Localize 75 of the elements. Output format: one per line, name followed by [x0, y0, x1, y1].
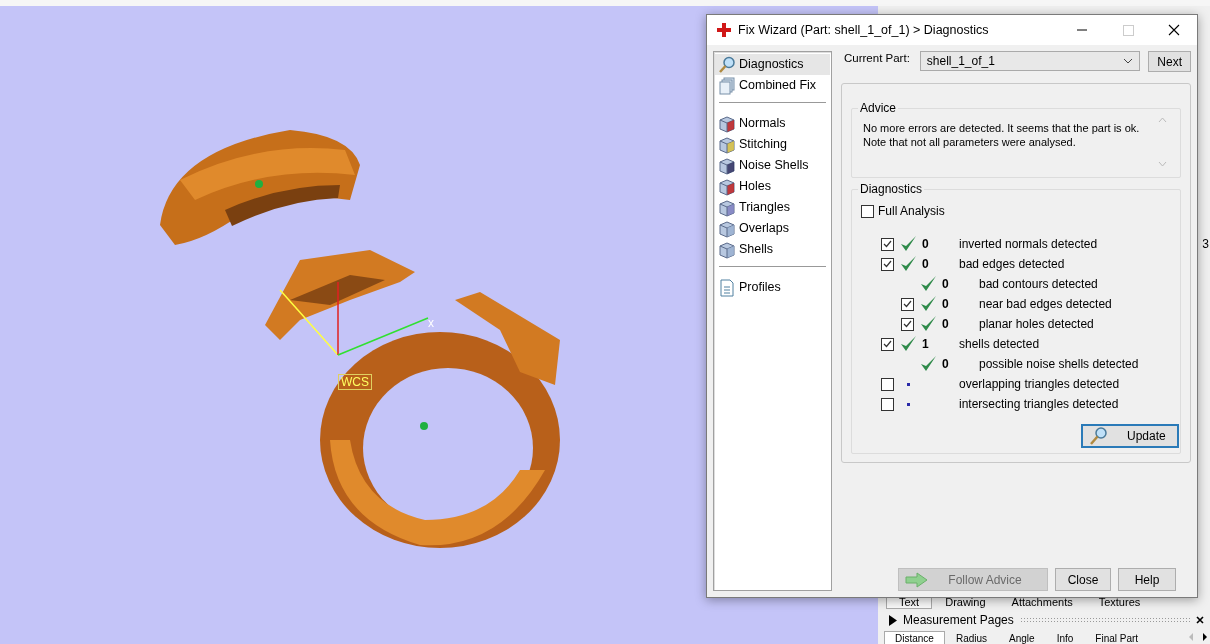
nav-item[interactable]: Triangles — [715, 197, 830, 218]
next-button[interactable]: Next — [1148, 51, 1191, 72]
panel-text: 3 — [1202, 237, 1209, 251]
count: 0 — [941, 277, 950, 291]
tab[interactable]: Angle — [998, 631, 1046, 644]
advice-text: No more errors are detected. It seems that the part is ok. Note that not all parameters were analysed. — [863, 121, 1141, 150]
close-icon[interactable] — [1196, 616, 1204, 624]
diagnostic-label: planar holes detected — [979, 317, 1094, 331]
tab[interactable]: Radius — [944, 631, 999, 644]
scroll-right-button[interactable] — [1200, 631, 1210, 643]
diagnostic-label: intersecting triangles detected — [959, 397, 1119, 411]
chevron-icon — [1123, 58, 1134, 64]
dialog-button[interactable]: Help — [1118, 568, 1176, 591]
dialog-button[interactable]: Close — [1055, 568, 1111, 591]
nav-item[interactable]: Shells — [715, 239, 830, 260]
nav-item[interactable]: Profiles — [715, 277, 830, 298]
checkbox[interactable] — [881, 237, 894, 251]
diagnostic-label: overlapping triangles detected — [959, 377, 1120, 391]
nav-item[interactable]: Stitching — [715, 134, 830, 155]
section-title: Measurement Pages — [903, 612, 1014, 629]
checkbox[interactable] — [861, 204, 874, 218]
diagnostic-label: near bad edges detected — [979, 297, 1112, 311]
count: 0 — [941, 317, 950, 331]
checkbox[interactable] — [881, 257, 894, 271]
arrow-icon — [905, 571, 929, 588]
origin-label: WCS — [338, 374, 372, 390]
cube-icon — [718, 240, 736, 259]
update-button[interactable]: Update — [1081, 424, 1179, 448]
pages-icon — [718, 76, 736, 95]
tab[interactable]: Drawing — [932, 596, 999, 609]
nav-item[interactable]: Combined Fix — [715, 75, 830, 96]
field-label: Current Part: — [844, 51, 910, 65]
chevron-down-icon — [1158, 161, 1167, 167]
document-icon — [718, 278, 736, 297]
count: 0 — [921, 237, 930, 251]
checkbox[interactable] — [881, 397, 894, 411]
nav-item[interactable]: Holes — [715, 176, 830, 197]
count: 1 — [921, 337, 930, 351]
checkbox[interactable] — [901, 297, 914, 311]
tab[interactable]: Attachments — [998, 596, 1086, 609]
tab[interactable]: Distance — [884, 631, 945, 644]
diagnostic-label: shells detected — [959, 337, 1040, 351]
diagnostic-label: bad edges detected — [959, 257, 1065, 271]
section-title: Diagnostics — [858, 182, 925, 196]
checkbox[interactable] — [881, 337, 894, 351]
cube-icon — [718, 135, 736, 154]
tab[interactable]: Textures — [1085, 596, 1154, 609]
checkbox-label: Full Analysis — [878, 204, 945, 218]
cube-icon — [718, 198, 736, 217]
diagnostic-label: bad contours detected — [979, 277, 1098, 291]
part-dropdown[interactable]: shell_1_of_1 — [919, 51, 1141, 71]
tab[interactable]: Final Part — [1084, 631, 1150, 644]
magnifier-icon — [718, 55, 736, 74]
chevron-up-icon — [1158, 117, 1167, 123]
window-title: Fix Wizard (Part: shell_1_of_1) > Diagnostics — [738, 21, 990, 39]
cube-icon — [718, 177, 736, 196]
magnifier-icon — [1089, 426, 1109, 446]
expand-icon[interactable] — [888, 614, 897, 626]
diagnostic-label: possible noise shells detected — [979, 357, 1139, 371]
cube-icon — [718, 156, 736, 175]
cube-icon — [718, 114, 736, 133]
checkbox[interactable] — [901, 317, 914, 331]
nav-item[interactable]: Noise Shells — [715, 155, 830, 176]
nav-item[interactable]: Overlaps — [715, 218, 830, 239]
count: 0 — [941, 357, 950, 371]
nav-item[interactable]: Normals — [715, 113, 830, 134]
count: 0 — [921, 257, 930, 271]
count: 0 — [941, 297, 950, 311]
tab[interactable]: Info — [1045, 631, 1085, 644]
cube-icon — [718, 219, 736, 238]
app-icon — [716, 22, 732, 38]
nav-item[interactable]: Diagnostics — [715, 54, 830, 75]
section-title: Advice — [858, 101, 899, 115]
checkbox[interactable] — [881, 377, 894, 391]
diagnostic-label: inverted normals detected — [959, 237, 1098, 251]
